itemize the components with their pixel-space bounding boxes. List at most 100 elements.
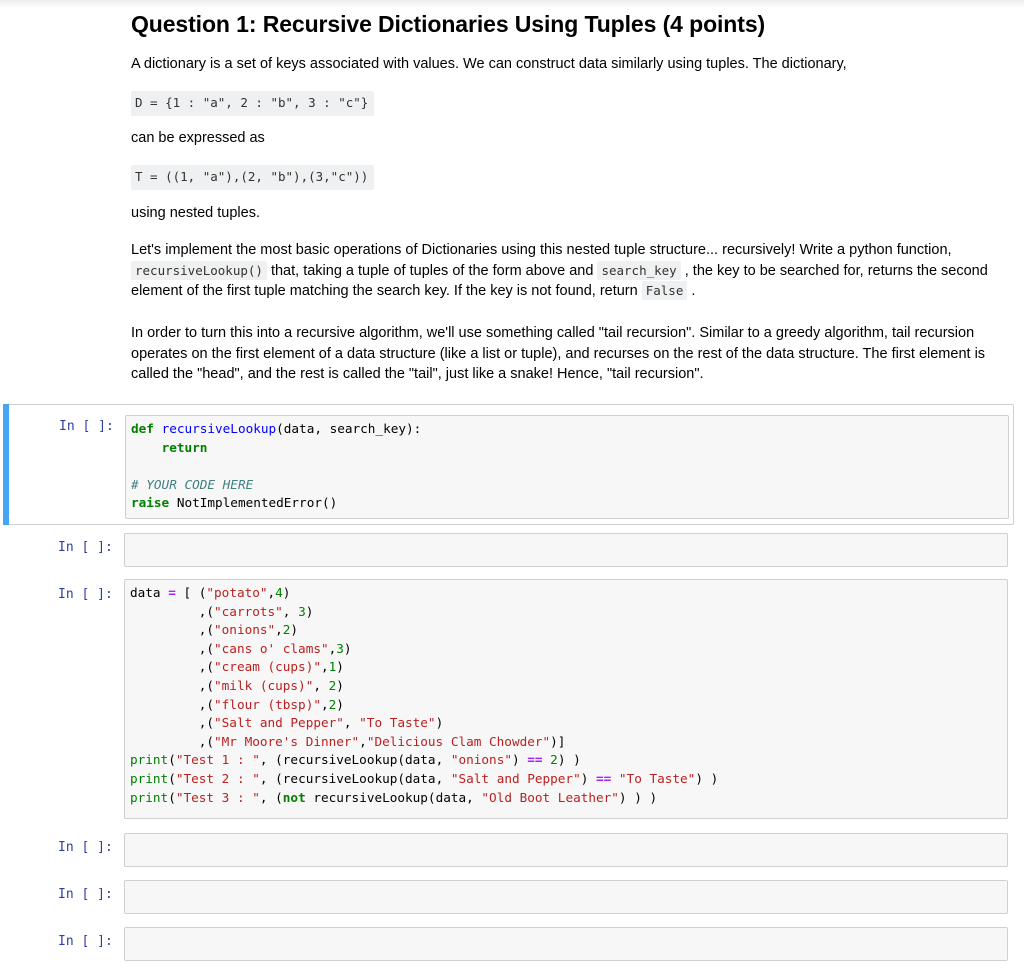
- tok-punct: ,: [275, 622, 283, 638]
- tok-string: "Mr Moore's Dinner": [214, 733, 360, 749]
- tok-string: "Test 2 : ": [175, 770, 260, 786]
- tok-punct: ): [282, 585, 291, 600]
- tok-operator: =: [168, 585, 176, 600]
- tok-punct: ,(: [130, 715, 215, 731]
- markdown-cell: Question 1: Recursive Dictionaries Using…: [131, 10, 1011, 38]
- tok-punct: ): [290, 622, 299, 638]
- text-part: .: [687, 283, 696, 299]
- tok-args: (data, search_key):: [276, 421, 422, 436]
- toolbar-shadow: [0, 0, 1024, 8]
- code-cell-6[interactable]: In [ ]:: [3, 926, 1014, 962]
- tok-punct: ): [305, 603, 314, 619]
- data-item-line: ,("cream (cups)",1): [130, 659, 344, 674]
- tok-punct: (: [168, 770, 176, 786]
- tok-punct: ,(: [130, 640, 215, 656]
- tok-punct: ): [336, 677, 344, 693]
- intro-text: A dictionary is a set of keys associated…: [131, 56, 847, 72]
- paragraph-expressed: can be expressed as: [131, 128, 1011, 149]
- inline-code-recursiveLookup: recursiveLookup(): [131, 260, 267, 280]
- data-item-line: ,("flour (tbsp)",2): [130, 697, 344, 712]
- tok-punct: , (: [259, 789, 283, 805]
- data-item-line: ,("cans o' clams",3): [130, 641, 352, 656]
- tail-recursion-text: In order to turn this into a recursive a…: [131, 325, 986, 382]
- tok-punct: ,(: [130, 677, 215, 693]
- paragraph-instructions: Let's implement the most basic operation…: [131, 240, 1011, 302]
- code-cell-3[interactable]: In [ ]: data = [ ("potato",4) ,("carrots…: [3, 578, 1014, 822]
- tok-indent: [131, 440, 162, 455]
- tok-punct: ) ): [557, 752, 581, 768]
- data-item-line: ,("Salt and Pepper", "To Taste"): [130, 715, 443, 730]
- code-cell-4[interactable]: In [ ]:: [3, 832, 1014, 868]
- tok-punct: )]: [550, 733, 566, 749]
- tok-builtin: print: [130, 770, 169, 786]
- tok-number: 3: [336, 640, 344, 656]
- cell-prompt: In [ ]:: [59, 419, 114, 434]
- tok-string: "To Taste": [359, 715, 436, 731]
- code-cell-2[interactable]: In [ ]:: [3, 532, 1014, 568]
- nested-text: using nested tuples.: [131, 205, 260, 221]
- code-input[interactable]: def recursiveLookup(data, search_key): r…: [125, 415, 1009, 519]
- tok-punct: ) ): [634, 789, 658, 805]
- tok-string: "Old Boot Leather": [481, 789, 619, 805]
- tok-punct: ,(: [130, 603, 215, 619]
- code-cell-5[interactable]: In [ ]:: [3, 879, 1014, 915]
- data-item-line: ,("carrots", 3): [130, 603, 314, 619]
- tok-punct: ): [618, 789, 635, 805]
- code-input[interactable]: [124, 533, 1008, 567]
- tok-punct: ): [580, 770, 596, 786]
- expressed-text: can be expressed as: [131, 130, 265, 146]
- tok-number: 3: [298, 603, 306, 619]
- tok-string: "potato": [206, 585, 268, 600]
- code-input[interactable]: [124, 927, 1008, 961]
- tok-string: "cans o' clams": [214, 640, 329, 656]
- tok-string: "To Taste": [618, 770, 696, 786]
- code-cell-1[interactable]: In [ ]: def recursiveLookup(data, search…: [3, 404, 1014, 525]
- tok-punct: [ (: [175, 585, 207, 600]
- tok-keyword: return: [161, 439, 208, 455]
- tok-identifier: data: [130, 585, 169, 600]
- cell-prompt: In [ ]:: [58, 540, 113, 555]
- tok-operator: ==: [596, 770, 612, 786]
- inline-code-false: False: [641, 281, 688, 300]
- tok-punct: ): [435, 715, 444, 731]
- data-item-line: ,("Mr Moore's Dinner","Delicious Clam Ch…: [130, 733, 566, 749]
- cell-prompt: In [ ]:: [58, 887, 113, 902]
- tok-punct: ,: [320, 659, 329, 675]
- tok-punct: ,: [267, 585, 276, 600]
- tok-number: 2: [550, 752, 558, 768]
- tok-keyword: def: [131, 421, 154, 436]
- tok-string: "Test 1 : ": [175, 752, 260, 768]
- tok-keyword: not: [282, 789, 306, 805]
- tok-punct: , (: [259, 752, 283, 768]
- tok-punct: ) ): [695, 770, 719, 786]
- text-part: Let's implement the most basic operation…: [131, 242, 952, 258]
- tok-call: recursiveLookup(data,: [313, 789, 482, 805]
- tok-string: "flour (tbsp)": [214, 696, 321, 712]
- cell-prompt: In [ ]:: [58, 934, 113, 949]
- tok-punct: ,: [313, 677, 329, 693]
- tok-builtin: print: [130, 789, 169, 805]
- tok-punct: ,: [282, 603, 299, 619]
- tok-punct: (: [168, 752, 176, 768]
- tok-string: "milk (cups)": [214, 677, 314, 693]
- tok-string: "Test 3 : ": [175, 789, 260, 805]
- cell-prompt: In [ ]:: [58, 840, 113, 855]
- tok-punct: ,: [359, 733, 367, 749]
- tok-punct: ,(: [130, 659, 215, 675]
- tok-string: "Delicious Clam Chowder": [366, 733, 551, 749]
- tok-call: recursiveLookup(data,: [282, 752, 451, 768]
- data-item-line: ,("onions",2): [130, 622, 298, 637]
- code-input[interactable]: [124, 833, 1008, 867]
- paragraph-tail-recursion: In order to turn this into a recursive a…: [131, 323, 1011, 385]
- code-input[interactable]: data = [ ("potato",4) ,("carrots", 3) ,(…: [124, 579, 1008, 819]
- code-input[interactable]: [124, 880, 1008, 914]
- tok-punct: ,: [320, 696, 329, 712]
- tok-string: "Salt and Pepper": [450, 770, 581, 786]
- tok-punct: ,(: [130, 622, 215, 638]
- tok-punct: , (: [259, 770, 283, 786]
- tok-string: "onions": [214, 622, 276, 638]
- tok-punct: ): [336, 696, 344, 712]
- tok-punct: ): [336, 659, 344, 675]
- test-print-line: print("Test 1 : ", (recursiveLookup(data…: [130, 752, 581, 767]
- tok-punct: ): [511, 752, 528, 768]
